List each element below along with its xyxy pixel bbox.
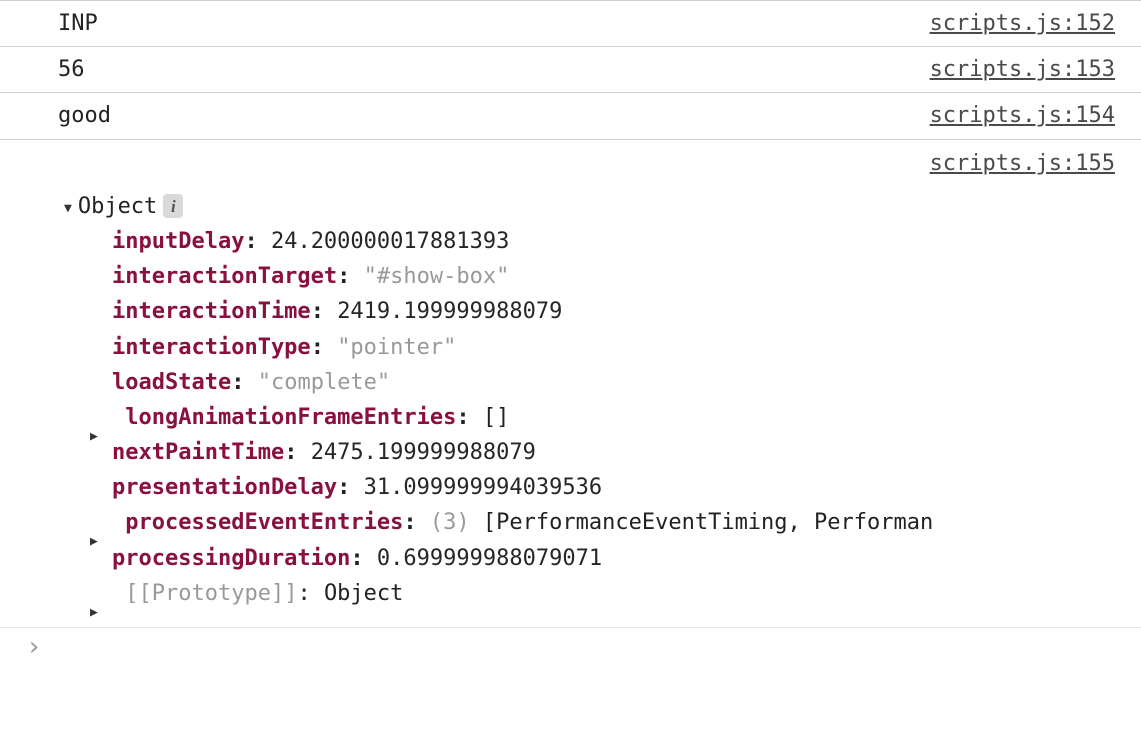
prop-value: 24.200000017881393 bbox=[271, 229, 509, 254]
source-link[interactable]: scripts.js:154 bbox=[930, 98, 1115, 133]
prop-key: loadState bbox=[112, 370, 231, 395]
object-property[interactable]: inputDelay: 24.200000017881393 bbox=[112, 224, 1115, 259]
object-property[interactable]: longAnimationFrameEntries: [] bbox=[112, 400, 1115, 435]
prop-value: "complete" bbox=[258, 370, 390, 395]
object-label: Object bbox=[78, 189, 157, 224]
prop-count: (3) bbox=[430, 510, 470, 535]
object-property[interactable]: interactionType: "pointer" bbox=[112, 330, 1115, 365]
prop-key: processedEventEntries bbox=[125, 510, 403, 535]
prop-key: processingDuration bbox=[112, 546, 350, 571]
prop-key: interactionTarget bbox=[112, 264, 337, 289]
console-log-row: scripts.js:155 bbox=[0, 140, 1141, 189]
prop-key: interactionTime bbox=[112, 299, 311, 324]
source-link[interactable]: scripts.js:152 bbox=[930, 6, 1115, 41]
console-log-row[interactable]: INP scripts.js:152 bbox=[0, 0, 1141, 47]
prop-value: [] bbox=[483, 405, 510, 430]
source-link[interactable]: scripts.js:153 bbox=[930, 52, 1115, 87]
prop-value: "pointer" bbox=[337, 335, 456, 360]
object-property[interactable]: nextPaintTime: 2475.199999988079 bbox=[112, 435, 1115, 470]
source-link[interactable]: scripts.js:155 bbox=[930, 146, 1115, 181]
console-log-row[interactable]: good scripts.js:154 bbox=[0, 93, 1141, 139]
object-property[interactable]: interactionTarget: "#show-box" bbox=[112, 259, 1115, 294]
prop-preview: [PerformanceEventTiming, Performan bbox=[483, 510, 933, 535]
info-icon[interactable]: i bbox=[163, 194, 183, 218]
prop-value: 0.699999988079071 bbox=[377, 546, 602, 571]
object-property[interactable]: [[Prototype]]: Object bbox=[112, 576, 1115, 611]
log-message: INP bbox=[58, 6, 98, 41]
log-message: 56 bbox=[58, 52, 85, 87]
prop-key: presentationDelay bbox=[112, 475, 337, 500]
object-property[interactable]: presentationDelay: 31.099999994039536 bbox=[112, 470, 1115, 505]
prop-key: inputDelay bbox=[112, 229, 244, 254]
prop-key: [[Prototype]] bbox=[125, 581, 297, 606]
console-object-block: Object i inputDelay: 24.200000017881393 … bbox=[0, 189, 1141, 627]
disclosure-triangle-icon[interactable] bbox=[64, 189, 72, 224]
object-property[interactable]: loadState: "complete" bbox=[112, 365, 1115, 400]
prop-value: "#show-box" bbox=[364, 264, 510, 289]
console-prompt[interactable]: › bbox=[0, 627, 1141, 666]
prop-value: 2475.199999988079 bbox=[311, 440, 536, 465]
object-header[interactable]: Object i bbox=[58, 189, 1115, 224]
object-properties: inputDelay: 24.200000017881393 interacti… bbox=[112, 224, 1115, 611]
object-property[interactable]: processingDuration: 0.699999988079071 bbox=[112, 541, 1115, 576]
prop-value: 31.099999994039536 bbox=[364, 475, 602, 500]
chevron-right-icon: › bbox=[26, 634, 42, 660]
prop-value: Object bbox=[324, 581, 403, 606]
console-log-row[interactable]: 56 scripts.js:153 bbox=[0, 47, 1141, 93]
prop-key: interactionType bbox=[112, 335, 311, 360]
log-message: good bbox=[58, 98, 111, 133]
prop-value: 2419.199999988079 bbox=[337, 299, 562, 324]
object-property[interactable]: processedEventEntries: (3) [PerformanceE… bbox=[112, 505, 1115, 540]
prop-key: longAnimationFrameEntries bbox=[125, 405, 456, 430]
prop-key: nextPaintTime bbox=[112, 440, 284, 465]
object-property[interactable]: interactionTime: 2419.199999988079 bbox=[112, 294, 1115, 329]
